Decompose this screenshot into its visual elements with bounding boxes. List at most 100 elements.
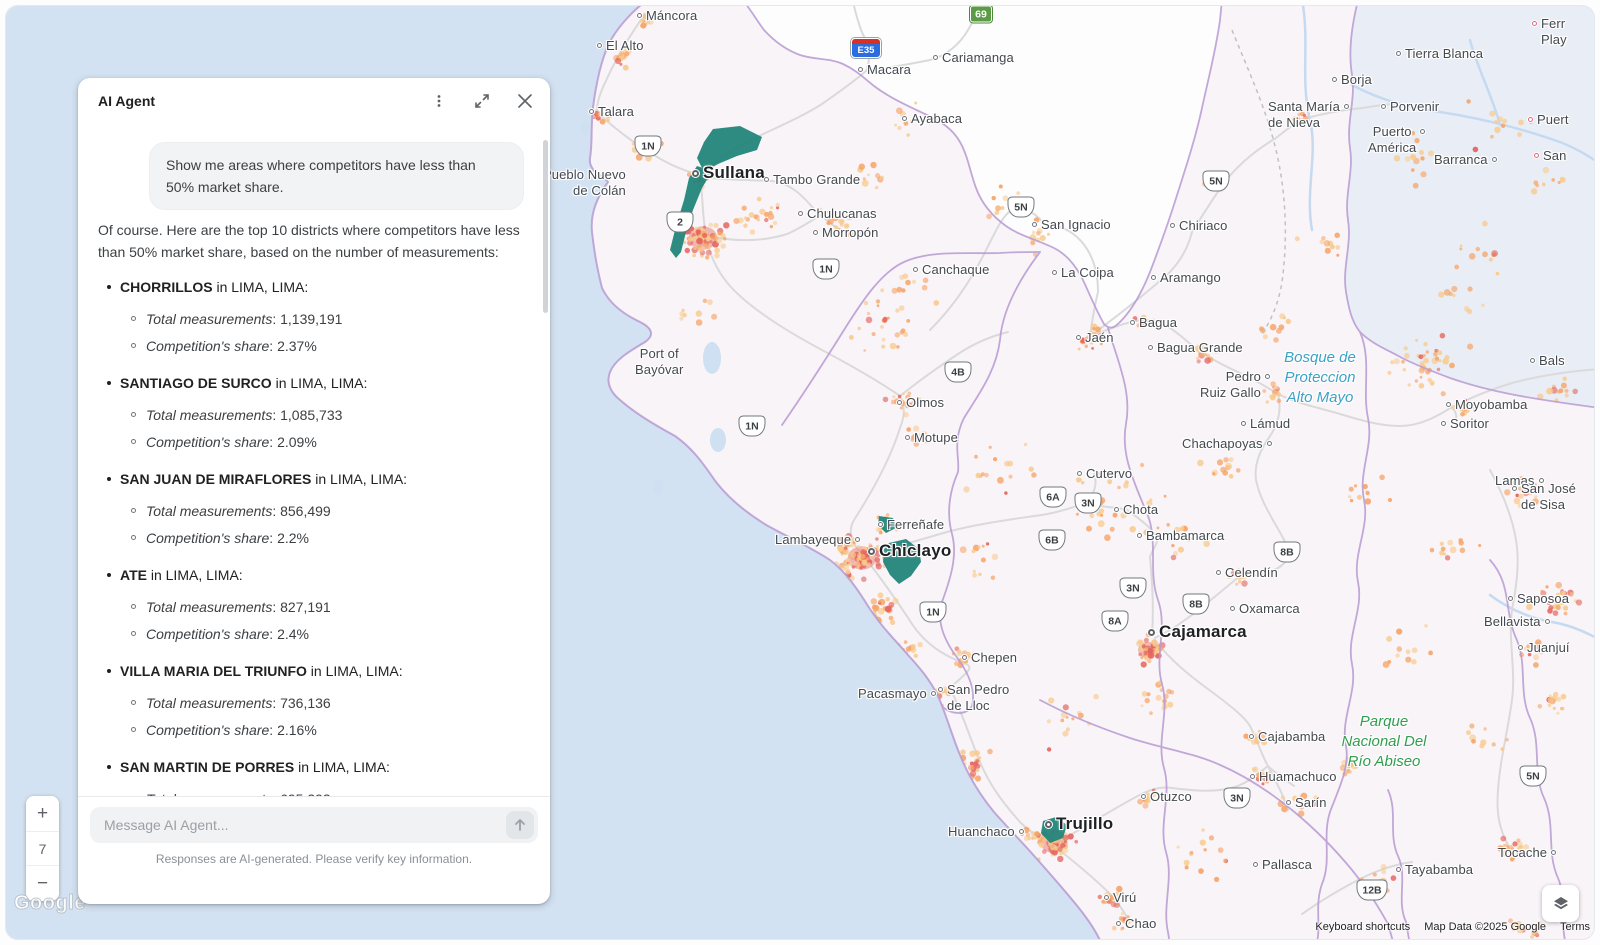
map-town-label: Bambamarca (1137, 528, 1224, 544)
route-shield: E35 (851, 38, 881, 58)
map-town-label: Pueblo Nuevode Colán (543, 167, 626, 199)
town-dot (1230, 606, 1235, 611)
town-dot (1545, 619, 1550, 624)
town-dot (1420, 129, 1425, 134)
ai-disclaimer: Responses are AI-generated. Please verif… (90, 852, 538, 866)
district-item: SAN JUAN DE MIRAFLORES in LIMA, LIMA:Tot… (98, 469, 524, 548)
town-dot (913, 267, 918, 272)
town-dot (1116, 921, 1121, 926)
map-town-label: Porvenir (1381, 99, 1439, 115)
panel-scrollbar[interactable] (543, 140, 548, 313)
route-shield: 3N (1224, 788, 1251, 809)
route-shield: 6A (1040, 487, 1067, 508)
town-dot (858, 67, 863, 72)
town-dot (1076, 335, 1081, 340)
map-town-label: Chepen (962, 650, 1017, 666)
zoom-in-button[interactable]: + (26, 796, 59, 831)
zoom-level: 7 (26, 831, 59, 866)
map-town-label: Chao (1116, 916, 1156, 932)
route-shield: 6B (1039, 530, 1066, 551)
send-button[interactable] (506, 811, 534, 839)
ai-agent-panel: AI Agent Show me areas where competitors… (78, 78, 550, 904)
town-dot (1148, 345, 1153, 350)
map-city-label: Chiclayo (868, 543, 951, 559)
town-dot (933, 55, 938, 60)
town-dot (897, 400, 902, 405)
map-town-label: Celendín (1216, 565, 1278, 581)
town-dot (1130, 320, 1135, 325)
map-town-label: Pacasmayo (858, 686, 936, 702)
district-item: CHORRILLOS in LIMA, LIMA:Total measureme… (98, 277, 524, 356)
route-shield: 12B (1357, 880, 1388, 901)
user-message: Show me areas where competitors have les… (149, 142, 524, 210)
district-detail: Total measurements: 736,136 (98, 693, 524, 713)
map-town-label: Máncora (637, 8, 697, 24)
map-town-label: Soritor (1441, 416, 1489, 432)
district-detail: Total measurements: 856,499 (98, 501, 524, 521)
town-dot (1019, 829, 1024, 834)
route-shield: 5N (1008, 197, 1035, 218)
layers-icon (1551, 894, 1571, 914)
expand-icon[interactable] (473, 92, 491, 110)
town-dot (1265, 374, 1270, 379)
keyboard-shortcuts-link[interactable]: Keyboard shortcuts (1315, 921, 1410, 933)
town-dot (938, 687, 943, 692)
map-town-label: PuertoAmérica (1368, 124, 1425, 156)
route-shield: 3N (1120, 578, 1147, 599)
send-up-arrow-icon (513, 818, 527, 832)
terms-link[interactable]: Terms (1560, 921, 1590, 933)
message-input[interactable] (90, 807, 538, 843)
town-dot (1534, 153, 1539, 158)
google-logo[interactable]: Google (14, 892, 86, 915)
map-town-label: Motupe (905, 430, 958, 446)
map-town-label: San Joséde Sisa (1512, 481, 1576, 513)
town-dot (589, 109, 594, 114)
map-city-label: Cajamarca (1148, 624, 1247, 640)
map-town-label: Huamachuco (1250, 769, 1337, 785)
town-dot (1492, 157, 1497, 162)
map-town-label: Macara (858, 62, 911, 78)
town-dot (1045, 821, 1052, 828)
map-town-label: Talara (589, 104, 634, 120)
town-dot (1446, 402, 1451, 407)
map-town-label: Lambayeque (775, 532, 860, 548)
town-dot (905, 435, 910, 440)
map-town-label: Otuzco (1141, 789, 1192, 805)
map-town-label: Bellavista (1484, 614, 1550, 630)
district-item: SAN MARTIN DE PORRES in LIMA, LIMA:Total… (98, 757, 524, 796)
town-dot (813, 230, 818, 235)
layers-button[interactable] (1542, 885, 1579, 922)
route-shield: 5N (1520, 766, 1547, 787)
kebab-menu-icon[interactable] (430, 92, 448, 110)
map-town-label: Virú (1104, 890, 1136, 906)
map-town-label: Chachapoyas (1182, 436, 1272, 452)
map-town-label: Lámud (1241, 416, 1290, 432)
town-dot (1241, 421, 1246, 426)
district-detail: Competition's share: 2.37% (98, 336, 524, 356)
map-town-label: El Alto (597, 38, 644, 54)
route-shield: 1N (739, 416, 766, 437)
town-dot (1508, 596, 1513, 601)
route-shield: 3N (1075, 493, 1102, 514)
route-shield: 4B (945, 362, 972, 383)
town-dot (1286, 800, 1291, 805)
map-town-label: Chiriaco (1170, 218, 1227, 234)
town-dot (1048, 0, 1053, 3)
map-data-copyright: Map Data ©2025 Google (1424, 921, 1546, 933)
map-town-label: Tambo Grande (764, 172, 860, 188)
town-dot (1151, 275, 1156, 280)
district-item: SANTIAGO DE SURCO in LIMA, LIMA:Total me… (98, 373, 524, 452)
map-town-label: Zamora (1048, 0, 1102, 9)
district-list: CHORRILLOS in LIMA, LIMA:Total measureme… (98, 277, 524, 796)
town-dot (1216, 570, 1221, 575)
town-dot (931, 691, 936, 696)
district-detail: Competition's share: 2.2% (98, 528, 524, 548)
town-dot (868, 548, 875, 555)
map-town-label: San Ignacio (1032, 217, 1111, 233)
close-icon[interactable] (516, 92, 534, 110)
map-town-label: San (1534, 148, 1566, 164)
map-town-label: Bagua (1130, 315, 1177, 331)
town-dot (1253, 862, 1258, 867)
district-detail: Total measurements: 1,139,191 (98, 309, 524, 329)
map-town-label: Barranca (1434, 152, 1497, 168)
